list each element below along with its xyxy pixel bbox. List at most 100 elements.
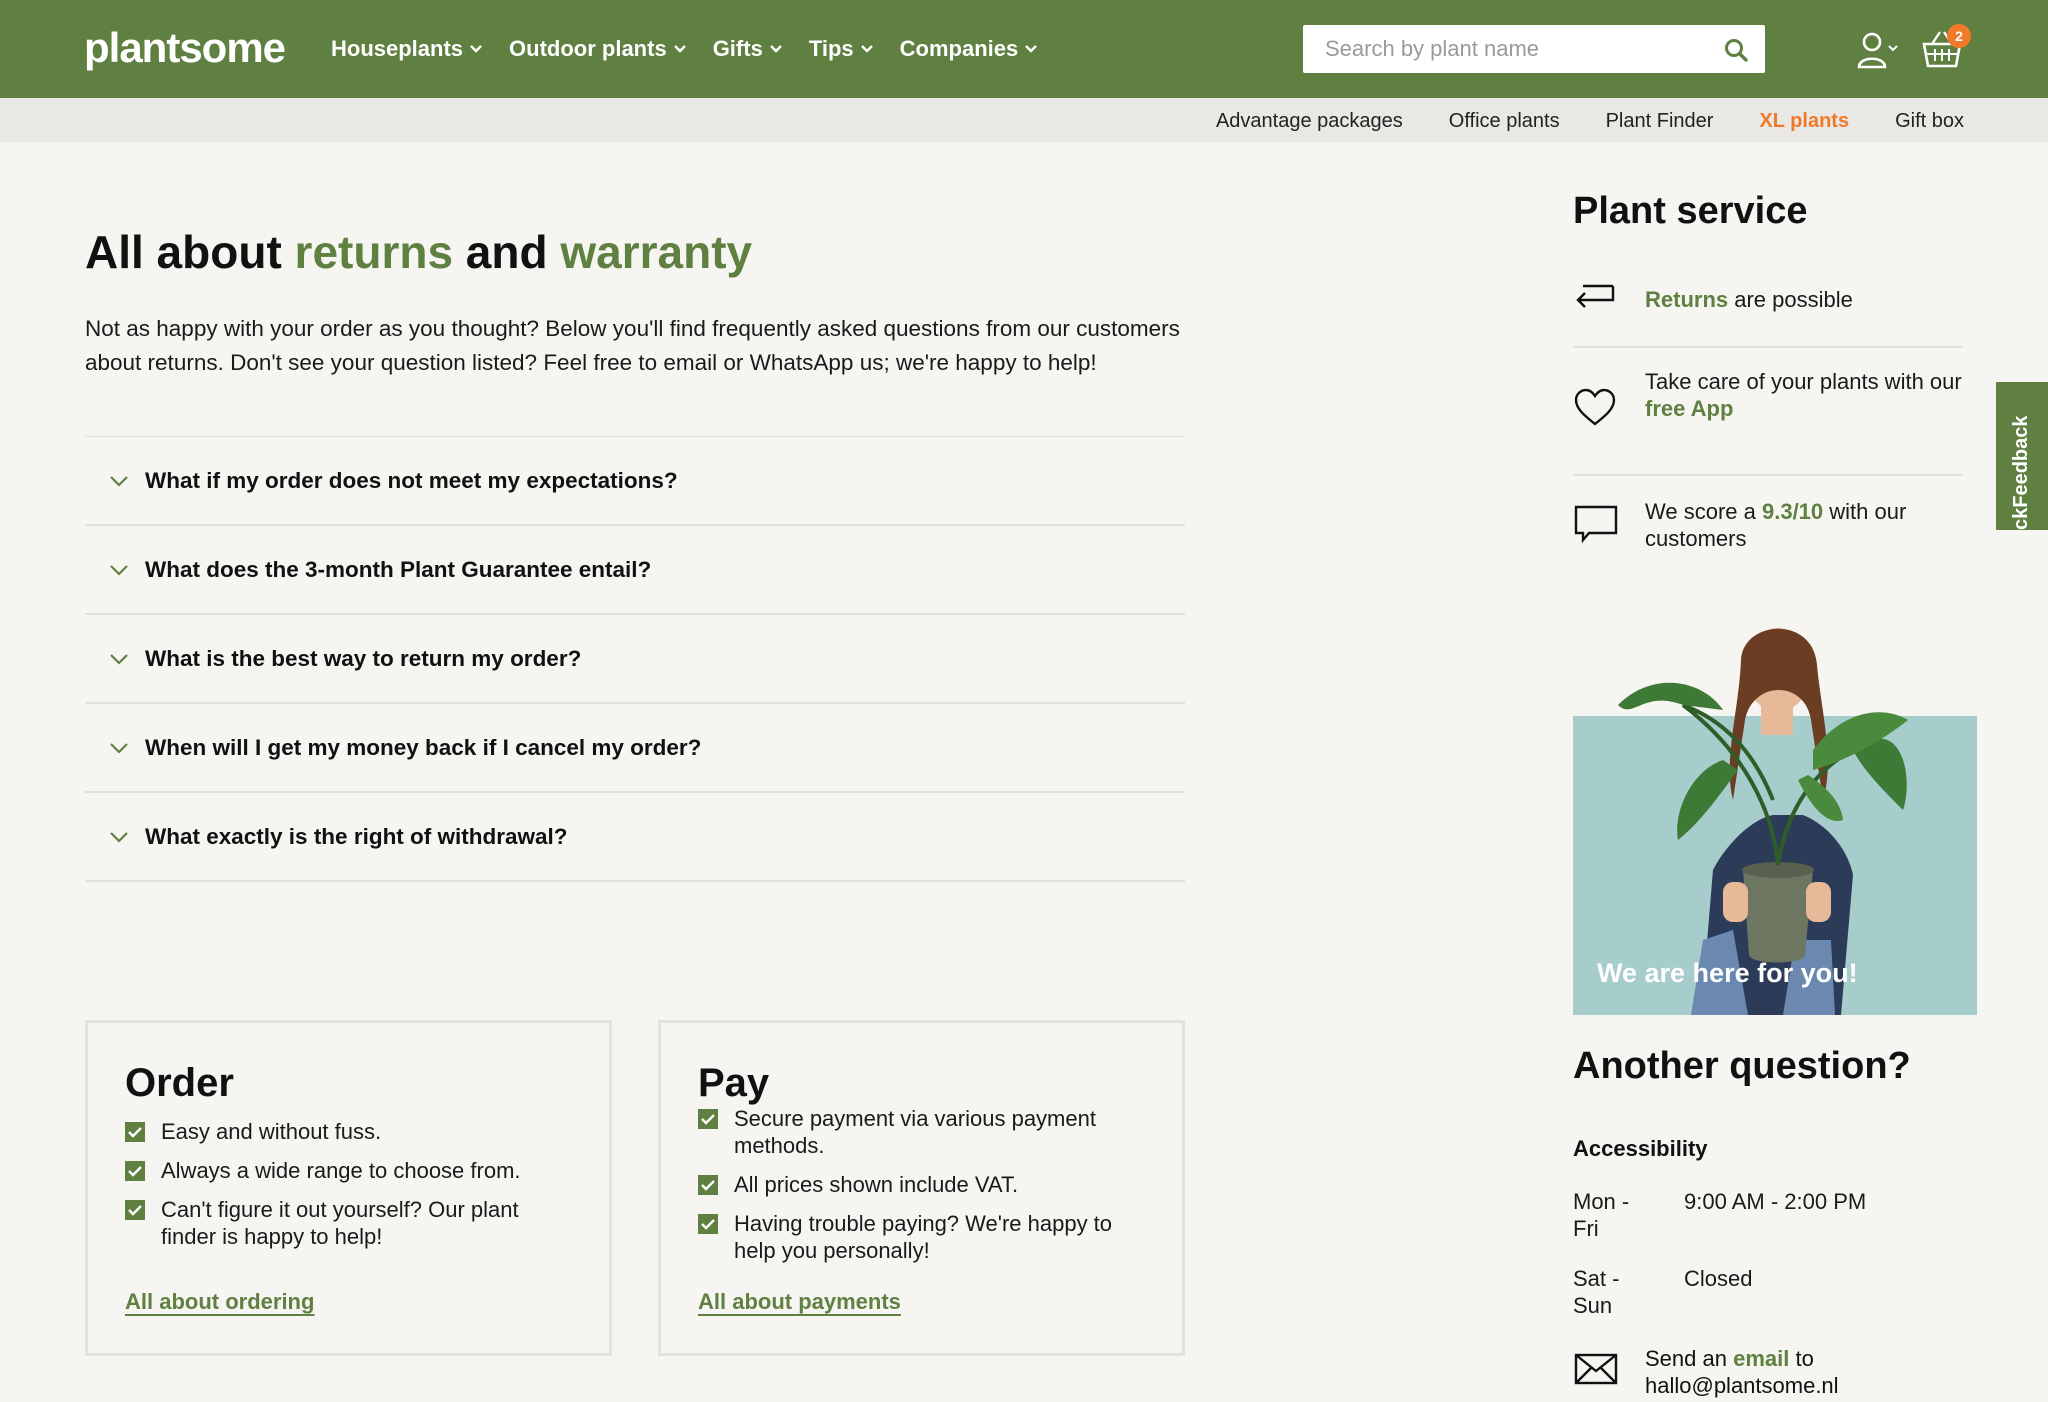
faq-item[interactable]: What does the 3-month Plant Guarantee en…	[85, 526, 1185, 615]
faq-item[interactable]: What if my order does not meet my expect…	[85, 437, 1185, 526]
page-title: All about returns and warranty	[85, 225, 752, 279]
checkbox-checked-icon	[698, 1175, 718, 1195]
card-title: Order	[125, 1061, 234, 1105]
title-part: All about	[85, 226, 295, 278]
chevron-down-icon	[110, 564, 128, 576]
nav-companies[interactable]: Companies	[900, 36, 1039, 62]
order-card: Order Easy and without fuss. Always a wi…	[85, 1020, 612, 1356]
main-nav: Houseplants Outdoor plants Gifts Tips Co…	[331, 36, 1064, 62]
pay-card: Pay Secure payment via various payment m…	[658, 1020, 1185, 1356]
chevron-down-icon	[673, 45, 686, 53]
faq-item[interactable]: When will I get my money back if I cance…	[85, 704, 1185, 793]
search-icon[interactable]	[1723, 37, 1749, 63]
title-highlight-warranty: warranty	[560, 226, 753, 278]
accessibility-heading: Accessibility	[1573, 1136, 1708, 1161]
faq-question: What if my order does not meet my expect…	[145, 467, 678, 493]
heart-icon	[1574, 388, 1616, 426]
all-about-ordering-link[interactable]: All about ordering	[125, 1289, 314, 1315]
returns-rest: are possible	[1728, 287, 1853, 312]
faq-question: What is the best way to return my order?	[145, 645, 582, 671]
subnav-advantage-packages[interactable]: Advantage packages	[1216, 110, 1403, 133]
list-item: All prices shown include VAT.	[698, 1171, 1148, 1198]
all-about-payments-link[interactable]: All about payments	[698, 1289, 901, 1315]
nav-label: Tips	[808, 36, 854, 61]
chevron-down-icon	[110, 742, 128, 754]
list-item: Always a wide range to choose from.	[125, 1157, 575, 1184]
chat-bubble-icon	[1574, 505, 1618, 544]
checkbox-checked-icon	[125, 1200, 145, 1220]
cart-count-badge: 2	[1947, 24, 1971, 48]
hours-days: Sat - Sun	[1573, 1266, 1620, 1318]
email-text: Send an email to hallo@plantsome.nl	[1645, 1345, 1839, 1399]
score-text: We score a 9.3/10 with our customers	[1645, 498, 1965, 552]
card-list: Easy and without fuss. Always a wide ran…	[125, 1118, 575, 1262]
envelope-icon	[1574, 1353, 1618, 1385]
faq-accordion: What if my order does not meet my expect…	[85, 436, 1185, 882]
secondary-nav-bar: Advantage packages Office plants Plant F…	[0, 98, 2048, 142]
checkbox-checked-icon	[125, 1161, 145, 1181]
nav-tips[interactable]: Tips	[809, 36, 874, 62]
nav-label: Outdoor plants	[509, 36, 667, 61]
faq-item[interactable]: What exactly is the right of withdrawal?	[85, 793, 1185, 882]
secondary-nav: Advantage packages Office plants Plant F…	[1170, 110, 1964, 133]
chevron-down-icon	[110, 831, 128, 843]
nav-gifts[interactable]: Gifts	[713, 36, 783, 62]
intro-text: Not as happy with your order as you thou…	[85, 316, 1180, 375]
chevron-down-icon	[769, 45, 782, 53]
card-list: Secure payment via various payment metho…	[698, 1105, 1148, 1276]
score-pre: We score a	[1645, 499, 1762, 524]
list-item-text: Secure payment via various payment metho…	[734, 1106, 1096, 1158]
chevron-down-icon	[110, 653, 128, 665]
subnav-office-plants[interactable]: Office plants	[1449, 110, 1560, 133]
logo[interactable]: plantsome	[84, 24, 286, 72]
checkbox-checked-icon	[698, 1214, 718, 1234]
another-question-heading: Another question?	[1573, 1045, 1911, 1087]
hours-time: 9:00 AM - 2:00 PM	[1684, 1189, 1867, 1214]
free-app-link[interactable]: free App	[1645, 396, 1733, 421]
returns-link[interactable]: Returns	[1645, 287, 1728, 312]
returns-text: Returns are possible	[1645, 286, 1853, 313]
nav-houseplants[interactable]: Houseplants	[331, 36, 483, 62]
chevron-down-icon	[1025, 45, 1038, 53]
app-text-pre: Take care of your plants with our	[1645, 369, 1962, 394]
email-pre: Send an	[1645, 1346, 1734, 1371]
faq-question: What does the 3-month Plant Guarantee en…	[145, 556, 652, 582]
nav-label: Houseplants	[331, 36, 464, 61]
faq-item[interactable]: What is the best way to return my order?	[85, 615, 1185, 704]
email-address[interactable]: hallo@plantsome.nl	[1645, 1373, 1839, 1398]
list-item: Having trouble paying? We're happy to he…	[698, 1210, 1148, 1264]
email-link[interactable]: email	[1733, 1346, 1789, 1371]
faq-question: What exactly is the right of withdrawal?	[145, 823, 568, 849]
nav-label: Companies	[899, 36, 1019, 61]
list-item-text: Can't figure it out yourself? Our plant …	[161, 1197, 519, 1249]
feedback-tab[interactable]: ckFeedback	[1996, 382, 2048, 530]
plant-service-title: Plant service	[1573, 190, 1808, 232]
hours-weekend: Sat - Sun Closed	[1573, 1265, 1973, 1325]
checkbox-checked-icon	[698, 1109, 718, 1129]
nav-outdoor-plants[interactable]: Outdoor plants	[509, 36, 687, 62]
feedback-tab-label: ckFeedback	[2010, 415, 2032, 530]
service-returns: Returns are possible	[1573, 270, 1963, 348]
chevron-down-icon	[470, 45, 482, 53]
title-highlight-returns: returns	[294, 226, 454, 278]
promo-banner[interactable]: We are here for you!	[1573, 610, 1977, 1015]
person-holding-plant-image	[1618, 628, 1908, 1015]
subnav-xl-plants[interactable]: XL plants	[1759, 110, 1849, 133]
subnav-plant-finder[interactable]: Plant Finder	[1606, 110, 1714, 133]
account-icon[interactable]	[1856, 30, 1900, 70]
hours-days: Mon - Fri	[1573, 1189, 1630, 1241]
app-text: Take care of your plants with our free Ap…	[1645, 368, 1965, 422]
subnav-gift-box[interactable]: Gift box	[1895, 110, 1964, 133]
hours-time: Closed	[1684, 1266, 1753, 1291]
list-item-text: All prices shown include VAT.	[734, 1172, 1019, 1197]
search-input[interactable]	[1303, 25, 1703, 73]
return-arrow-icon	[1576, 284, 1615, 308]
list-item: Secure payment via various payment metho…	[698, 1105, 1148, 1159]
chevron-down-icon	[110, 475, 128, 487]
email-post: to	[1789, 1346, 1814, 1371]
faq-question: When will I get my money back if I cance…	[145, 734, 702, 760]
card-title: Pay	[698, 1061, 770, 1105]
hours-weekday: Mon - Fri 9:00 AM - 2:00 PM	[1573, 1188, 1973, 1248]
list-item-text: Easy and without fuss.	[161, 1119, 382, 1144]
title-part: and	[453, 226, 561, 278]
